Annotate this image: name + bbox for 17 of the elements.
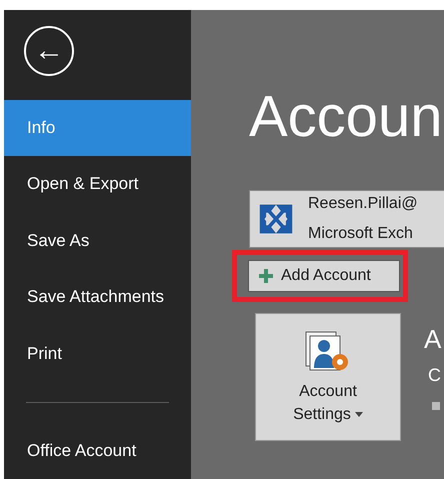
account-card[interactable]: Reesen.Pillai@ Microsoft Exch — [249, 190, 444, 248]
account-settings-button[interactable]: Account Settings — [255, 313, 401, 441]
back-button[interactable]: ← — [24, 26, 74, 76]
caret-icon — [354, 412, 363, 417]
page-title: Accoun — [249, 88, 442, 146]
menu-item[interactable]: Save Attachments — [4, 268, 191, 326]
menu-item[interactable]: Print — [4, 325, 191, 382]
account-email: Reesen.Pillai@ — [308, 194, 418, 214]
menu-item[interactable]: Office Account — [4, 422, 191, 479]
plus-icon — [259, 269, 273, 283]
menu-item[interactable]: Save As — [4, 212, 191, 269]
add-account-button[interactable]: Add Account — [248, 260, 400, 292]
menu-item[interactable]: Info — [4, 100, 191, 156]
account-type: Microsoft Exch — [308, 224, 414, 244]
menu-item[interactable]: Open & Export — [4, 156, 191, 212]
section-heading: A — [424, 326, 442, 352]
section-text: C — [428, 366, 441, 384]
